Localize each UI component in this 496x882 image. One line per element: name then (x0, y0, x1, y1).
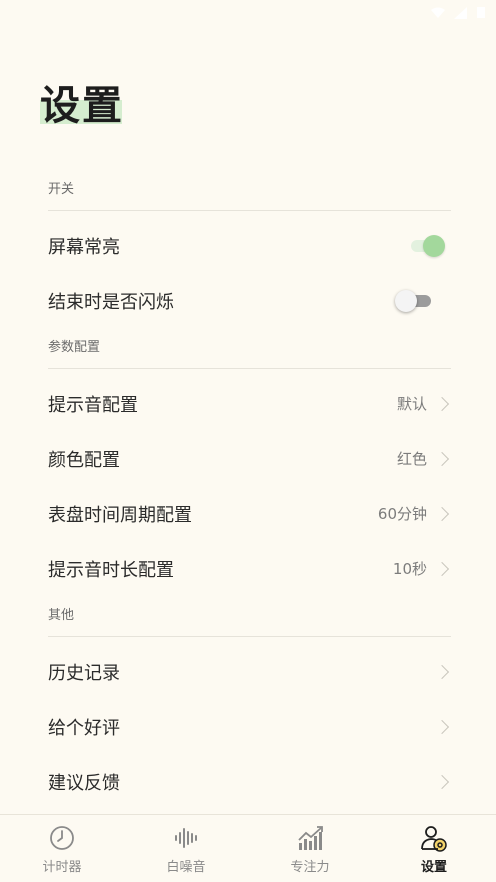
tab-label: 白噪音 (166, 860, 206, 875)
toggle-knob (395, 289, 417, 312)
flash-on-end-toggle[interactable] (395, 289, 441, 313)
setting-screen-on[interactable]: 屏幕常亮 (48, 218, 451, 273)
chevron-right-icon (434, 664, 450, 679)
chevron-right-icon (434, 719, 450, 734)
screen-on-toggle[interactable] (407, 234, 447, 258)
setting-history[interactable]: 历史记录 (48, 644, 451, 699)
tab-label: 设置 (420, 860, 447, 875)
tab-settings[interactable]: 设置 (372, 815, 496, 882)
bottom-tab-bar: 计时器 白噪音 专注力 设置 (0, 814, 496, 882)
setting-label: 建议反馈 (48, 772, 120, 794)
chart-up-icon (298, 826, 323, 850)
setting-label: 历史记录 (48, 662, 120, 684)
tab-focus[interactable]: 专注力 (248, 815, 372, 882)
tab-label: 专注力 (290, 860, 330, 875)
setting-label: 颜色配置 (48, 449, 120, 471)
setting-label: 提示音配置 (48, 394, 138, 416)
battery-icon (476, 4, 486, 23)
setting-value: 默认 (396, 395, 427, 413)
settings-list: 开关 屏幕常亮 结束时是否闪烁 参数配置 提示音配置 默认 颜色配置 红色 表盘… (48, 170, 451, 809)
setting-feedback[interactable]: 建议反馈 (48, 754, 451, 809)
page-title-wrap: 设置 (40, 80, 124, 132)
setting-label: 提示音时长配置 (48, 559, 174, 581)
setting-rate[interactable]: 给个好评 (48, 699, 451, 754)
user-gear-icon (421, 826, 447, 852)
section-header-params: 参数配置 (48, 328, 451, 369)
setting-label: 表盘时间周期配置 (48, 504, 192, 526)
setting-alert-duration[interactable]: 提示音时长配置 10秒 (48, 541, 451, 596)
setting-value: 红色 (396, 450, 427, 468)
setting-label: 结束时是否闪烁 (48, 291, 174, 313)
setting-label: 给个好评 (48, 717, 120, 739)
setting-value: 10秒 (392, 560, 427, 578)
section-header-others: 其他 (48, 596, 451, 637)
signal-icon (454, 4, 468, 23)
chevron-right-icon (434, 561, 450, 576)
setting-label: 屏幕常亮 (48, 236, 120, 258)
clock-icon (50, 826, 74, 850)
tab-label: 计时器 (42, 860, 82, 875)
status-bar (0, 0, 496, 24)
setting-dial-period[interactable]: 表盘时间周期配置 60分钟 (48, 486, 451, 541)
wifi-icon (430, 4, 446, 23)
toggle-knob (423, 234, 445, 257)
page-title: 设置 (40, 82, 124, 129)
setting-flash-on-end[interactable]: 结束时是否闪烁 (48, 273, 451, 328)
tab-white-noise[interactable]: 白噪音 (124, 815, 248, 882)
sound-wave-icon (175, 828, 197, 848)
tab-timer[interactable]: 计时器 (0, 815, 124, 882)
setting-value: 60分钟 (377, 505, 427, 523)
chevron-right-icon (434, 774, 450, 789)
section-header-switches: 开关 (48, 170, 451, 211)
chevron-right-icon (434, 506, 450, 521)
chevron-right-icon (434, 451, 450, 466)
setting-color[interactable]: 颜色配置 红色 (48, 431, 451, 486)
setting-alert-sound[interactable]: 提示音配置 默认 (48, 376, 451, 431)
chevron-right-icon (434, 396, 450, 411)
